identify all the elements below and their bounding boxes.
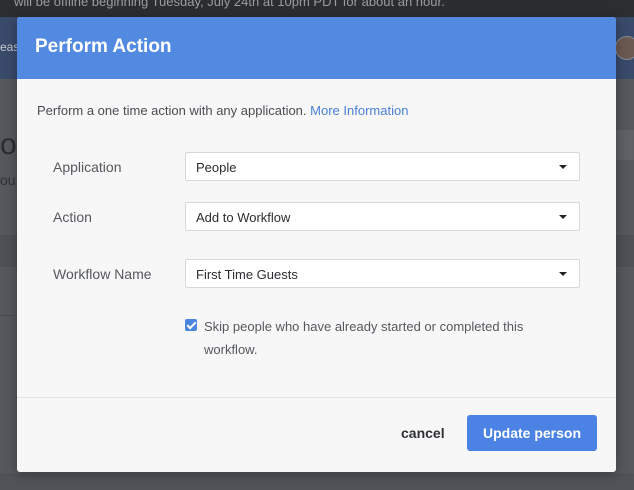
background-strip — [616, 130, 634, 160]
workflow-name-label: Workflow Name — [53, 266, 152, 282]
skip-people-label[interactable]: Skip people who have already started or … — [204, 315, 564, 361]
caret-down-icon — [559, 215, 567, 219]
caret-down-icon — [559, 165, 567, 169]
background-divider — [0, 315, 14, 316]
cancel-button[interactable]: cancel — [401, 425, 445, 441]
footer-divider — [17, 397, 616, 398]
application-select-value: People — [196, 160, 237, 175]
action-select[interactable]: Add to Workflow — [185, 202, 580, 231]
workflow-name-select-value: First Time Guests — [196, 267, 298, 282]
more-information-link[interactable]: More Information — [310, 103, 408, 118]
caret-down-icon — [559, 272, 567, 276]
maintenance-banner: will be offline beginning Tuesday, July … — [0, 0, 634, 17]
update-person-button[interactable]: Update person — [467, 415, 597, 451]
intro-text: Perform a one time action with any appli… — [37, 103, 307, 118]
page-sub-fragment: ou — [0, 172, 16, 188]
modal-title: Perform Action — [35, 36, 172, 57]
application-select[interactable]: People — [185, 152, 580, 181]
action-label: Action — [53, 209, 92, 225]
perform-action-modal: Perform Action Perform a one time action… — [17, 17, 616, 472]
avatar — [615, 36, 634, 60]
skip-people-checkbox[interactable] — [185, 319, 197, 331]
modal-header: Perform Action — [17, 17, 616, 79]
workflow-name-select[interactable]: First Time Guests — [185, 259, 580, 288]
background-bottom-row — [0, 473, 634, 490]
application-label: Application — [53, 159, 122, 175]
banner-text: will be offline beginning Tuesday, July … — [14, 0, 445, 9]
modal-intro: Perform a one time action with any appli… — [37, 103, 408, 118]
action-select-value: Add to Workflow — [196, 210, 291, 225]
